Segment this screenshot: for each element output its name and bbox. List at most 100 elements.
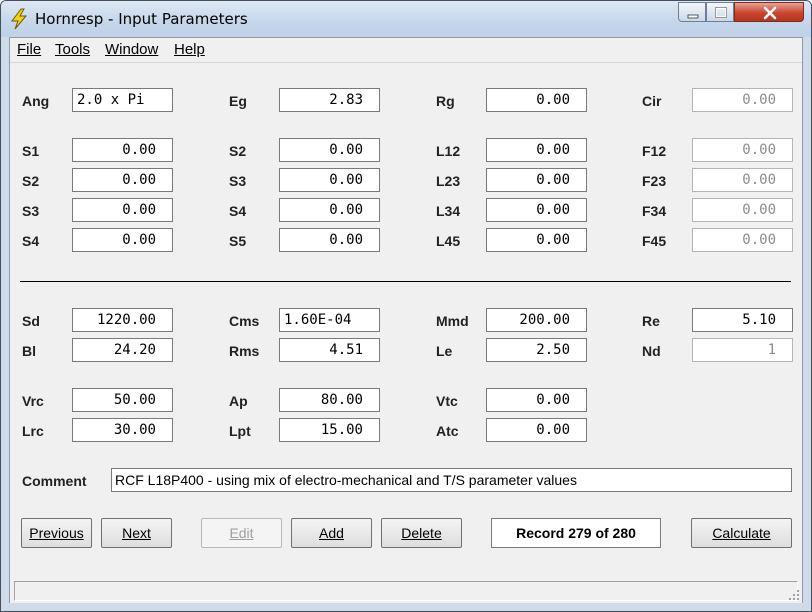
field-s1[interactable]: 0.00 [72,138,173,162]
field-f34: 0.00 [692,198,793,222]
field-s5[interactable]: 0.00 [279,228,380,252]
field-cms[interactable]: 1.60E-04 [279,308,380,332]
label-l12: L12 [436,143,461,159]
record-indicator: Record 279 of 280 [491,518,661,548]
field-l12[interactable]: 0.00 [486,138,587,162]
field-l34[interactable]: 0.00 [486,198,587,222]
menu-window-label: Window [105,41,159,58]
field-f45: 0.00 [692,228,793,252]
menu-tools-label: Tools [55,41,91,58]
window-title: Hornresp - Input Parameters [35,10,248,28]
label-comment: Comment [22,473,87,489]
label-s3: S3 [22,203,40,219]
label-sd: Sd [22,313,40,329]
minimize-button[interactable] [678,2,706,22]
previous-button[interactable]: Previous [21,518,92,548]
field-comment[interactable]: RCF L18P400 - using mix of electro-mecha… [111,468,792,492]
label-s4-col2: S4 [229,203,247,219]
label-lpt: Lpt [229,423,251,439]
field-lrc[interactable]: 30.00 [72,418,173,442]
label-s4: S4 [22,233,40,249]
label-f12: F12 [642,143,667,159]
label-ang: Ang [22,93,50,109]
field-l45[interactable]: 0.00 [486,228,587,252]
next-button[interactable]: Next [101,518,172,548]
lightning-bolt-icon [11,8,28,30]
field-ap[interactable]: 80.00 [279,388,380,412]
status-bar [10,577,802,603]
resize-grip-icon[interactable] [788,589,800,601]
label-f23: F23 [642,173,667,189]
field-s4-col2[interactable]: 0.00 [279,198,380,222]
label-s3-col2: S3 [229,173,247,189]
maximize-icon [715,7,727,18]
menu-file[interactable]: File [17,41,41,58]
menu-help[interactable]: Help [174,41,205,58]
field-atc[interactable]: 0.00 [486,418,587,442]
menu-window[interactable]: Window [105,41,158,58]
calculate-button-label: Calculate [712,525,771,541]
menu-file-label: File [17,41,42,58]
edit-button: Edit [201,518,282,548]
label-s2: S2 [22,173,40,189]
field-f12: 0.00 [692,138,793,162]
title-bar[interactable]: Hornresp - Input Parameters [1,1,811,37]
label-lrc: Lrc [22,423,44,439]
calculate-button[interactable]: Calculate [691,518,792,548]
section-divider [20,281,791,282]
field-lpt[interactable]: 15.00 [279,418,380,442]
label-mmd: Mmd [436,313,469,329]
field-rms[interactable]: 4.51 [279,338,380,362]
field-mmd[interactable]: 200.00 [486,308,587,332]
label-l23: L23 [436,173,461,189]
field-s3[interactable]: 0.00 [72,198,173,222]
field-s2-col2[interactable]: 0.00 [279,138,380,162]
label-re: Re [642,313,660,329]
field-sd[interactable]: 1220.00 [72,308,173,332]
field-nd: 1 [692,338,793,362]
close-icon [763,6,777,20]
edit-button-label: Edit [229,525,254,541]
label-cir: Cir [642,93,662,109]
label-f45: F45 [642,233,667,249]
next-button-label: Next [122,525,151,541]
field-ang[interactable]: 2.0 x Pi [72,88,173,112]
field-l23[interactable]: 0.00 [486,168,587,192]
add-button[interactable]: Add [291,518,372,548]
label-rms: Rms [229,343,260,359]
field-vrc[interactable]: 50.00 [72,388,173,412]
field-s2[interactable]: 0.00 [72,168,173,192]
label-vrc: Vrc [22,393,44,409]
minimize-icon [687,14,699,19]
label-le: Le [436,343,453,359]
add-button-label: Add [319,525,344,541]
app-window: Hornresp - Input Parameters File Tools W… [0,0,812,612]
client-area: File Tools Window Help Ang 2.0 x Pi Eg 2… [9,37,803,603]
maximize-button[interactable] [706,2,734,22]
field-rg[interactable]: 0.00 [486,88,587,112]
field-s3-col2[interactable]: 0.00 [279,168,380,192]
menu-bar: File Tools Window Help [10,38,802,63]
delete-button-label: Delete [401,525,442,541]
close-button[interactable] [734,2,804,22]
menu-help-label: Help [174,41,205,58]
label-atc: Atc [436,423,459,439]
label-nd: Nd [642,343,661,359]
field-vtc[interactable]: 0.00 [486,388,587,412]
field-re[interactable]: 5.10 [692,308,793,332]
previous-button-label: Previous [29,525,84,541]
field-f23: 0.00 [692,168,793,192]
field-s4[interactable]: 0.00 [72,228,173,252]
field-eg[interactable]: 2.83 [279,88,380,112]
field-cir: 0.00 [692,88,793,112]
field-le[interactable]: 2.50 [486,338,587,362]
delete-button[interactable]: Delete [381,518,462,548]
label-s5: S5 [229,233,247,249]
menu-tools[interactable]: Tools [55,41,90,58]
label-eg: Eg [229,93,247,109]
label-vtc: Vtc [436,393,458,409]
field-bl[interactable]: 24.20 [72,338,173,362]
label-ap: Ap [229,393,248,409]
label-l34: L34 [436,203,461,219]
status-pane [14,581,798,601]
